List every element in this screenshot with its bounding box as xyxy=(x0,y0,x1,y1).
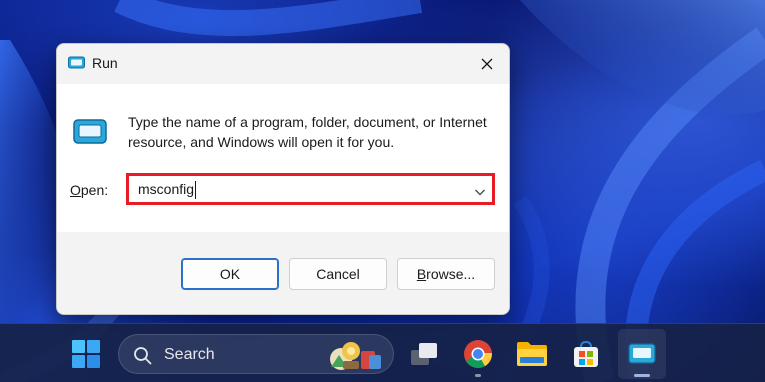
dialog-description: Type the name of a program, folder, docu… xyxy=(128,114,487,150)
browse-button[interactable]: Browse... xyxy=(397,258,495,290)
search-highlight-icon xyxy=(330,342,381,370)
close-icon xyxy=(481,58,493,70)
search-icon xyxy=(134,347,152,365)
open-command-input[interactable]: msconfig xyxy=(126,173,495,205)
dialog-footer: OK Cancel Browse... xyxy=(57,232,509,314)
ok-button[interactable]: OK xyxy=(181,258,279,290)
task-view-button[interactable] xyxy=(400,329,448,379)
run-taskbar-button[interactable] xyxy=(618,329,666,379)
open-label-rest: pen: xyxy=(80,182,109,198)
cancel-button[interactable]: Cancel xyxy=(289,258,387,290)
run-icon xyxy=(68,56,85,70)
chrome-icon xyxy=(464,340,492,368)
taskbar: Search xyxy=(0,323,765,382)
start-button[interactable] xyxy=(62,329,110,379)
microsoft-store-icon xyxy=(574,340,598,367)
active-indicator xyxy=(634,374,650,377)
open-label: Open: xyxy=(70,182,108,198)
browse-label-rest: rowse... xyxy=(426,266,476,282)
run-icon xyxy=(628,343,656,364)
microsoft-store-button[interactable] xyxy=(562,329,610,379)
search-placeholder: Search xyxy=(164,346,215,363)
chevron-down-icon[interactable] xyxy=(474,184,486,196)
dialog-title: Run xyxy=(92,55,118,71)
file-explorer-button[interactable] xyxy=(508,329,556,379)
browse-hotkey: B xyxy=(416,266,427,282)
open-command-value: msconfig xyxy=(138,181,195,197)
title-bar[interactable]: Run xyxy=(57,44,509,84)
dialog-content: Type the name of a program, folder, docu… xyxy=(57,84,509,232)
start-icon xyxy=(72,340,100,368)
run-program-icon xyxy=(73,118,107,146)
run-dialog: Run Type the name of a program, folder, … xyxy=(56,43,510,315)
chrome-button[interactable] xyxy=(454,329,502,379)
close-button[interactable] xyxy=(473,50,501,78)
text-caret xyxy=(195,181,196,199)
running-indicator xyxy=(475,374,481,377)
task-view-icon xyxy=(411,343,437,365)
taskbar-search-box[interactable]: Search xyxy=(118,334,394,374)
file-explorer-icon xyxy=(517,342,547,366)
open-label-hotkey: O xyxy=(70,182,81,198)
